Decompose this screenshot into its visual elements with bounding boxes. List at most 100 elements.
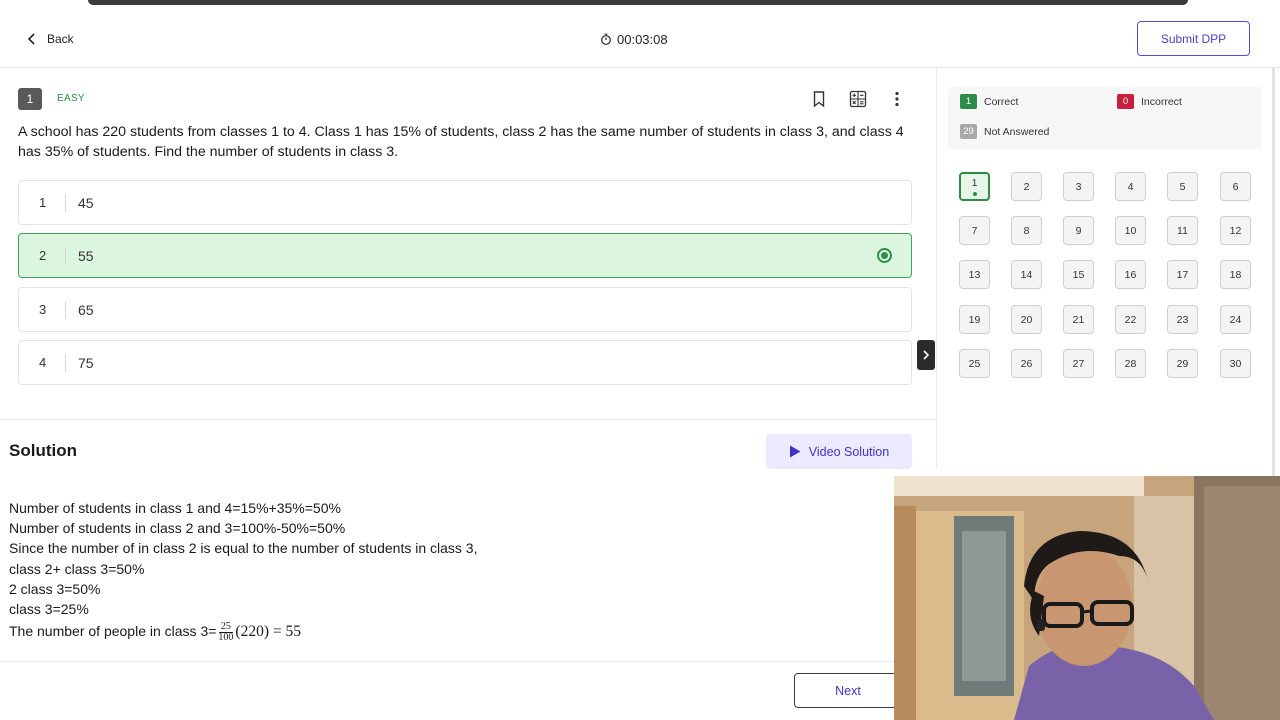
solution-line: Since the number of in class 2 is equal … bbox=[9, 540, 478, 557]
collapse-panel-button[interactable] bbox=[917, 340, 935, 370]
question-nav-button-15[interactable]: 15 bbox=[1063, 260, 1094, 289]
option-2[interactable]: 2 55 bbox=[18, 233, 912, 278]
question-number-badge: 1 bbox=[18, 88, 42, 110]
legend-correct: 1 Correct bbox=[960, 94, 1018, 109]
question-navigator-grid: 1 2 3 4 5 6 7 8 9 10 11 12 13 14 15 16 17 18 19 20 21 22 23 24 2… bbox=[959, 172, 1251, 382]
correct-count-badge: 1 bbox=[960, 94, 977, 109]
question-nav-button-25[interactable]: 25 bbox=[959, 349, 990, 378]
section-divider bbox=[0, 419, 936, 420]
solution-line: class 3=25% bbox=[9, 601, 89, 618]
question-nav-number: 19 bbox=[968, 313, 981, 326]
timer: 00:03:08 bbox=[600, 28, 668, 50]
question-nav-number: 8 bbox=[1023, 224, 1030, 237]
back-button[interactable]: Back bbox=[26, 28, 74, 50]
question-nav-button-9[interactable]: 9 bbox=[1063, 216, 1094, 245]
final-line-prefix: The number of people in class 3= bbox=[9, 623, 217, 640]
question-nav-number: 25 bbox=[968, 357, 981, 370]
option-separator bbox=[65, 353, 66, 372]
question-nav-number: 20 bbox=[1020, 313, 1033, 326]
question-nav-button-29[interactable]: 29 bbox=[1167, 349, 1198, 378]
question-nav-button-11[interactable]: 11 bbox=[1167, 216, 1198, 245]
question-nav-button-17[interactable]: 17 bbox=[1167, 260, 1198, 289]
question-nav-button-12[interactable]: 12 bbox=[1220, 216, 1251, 245]
question-nav-button-26[interactable]: 26 bbox=[1011, 349, 1042, 378]
current-indicator-dot bbox=[972, 192, 977, 196]
question-nav-number: 16 bbox=[1124, 268, 1137, 281]
question-nav-button-7[interactable]: 7 bbox=[959, 216, 990, 245]
question-nav-button-18[interactable]: 18 bbox=[1220, 260, 1251, 289]
question-nav-button-14[interactable]: 14 bbox=[1011, 260, 1042, 289]
question-nav-number: 3 bbox=[1075, 180, 1082, 193]
solution-line: Number of students in class 1 and 4=15%+… bbox=[9, 500, 341, 516]
option-4[interactable]: 4 75 bbox=[18, 340, 912, 385]
question-nav-button-6[interactable]: 6 bbox=[1220, 172, 1251, 201]
option-number: 3 bbox=[39, 302, 47, 317]
play-icon bbox=[789, 445, 801, 458]
bookmark-button[interactable] bbox=[808, 88, 830, 110]
fraction: 25 100 bbox=[218, 622, 233, 643]
question-nav-button-2[interactable]: 2 bbox=[1011, 172, 1042, 201]
selected-radio-icon bbox=[877, 248, 892, 263]
question-nav-number: 24 bbox=[1229, 313, 1242, 326]
question-nav-button-3[interactable]: 3 bbox=[1063, 172, 1094, 201]
submit-dpp-button[interactable]: Submit DPP bbox=[1137, 21, 1250, 56]
question-nav-button-23[interactable]: 23 bbox=[1167, 305, 1198, 334]
option-value: 65 bbox=[78, 301, 94, 318]
question-nav-button-19[interactable]: 19 bbox=[959, 305, 990, 334]
option-number: 1 bbox=[39, 195, 47, 210]
back-label: Back bbox=[47, 32, 74, 46]
solution-line: 2 class 3=50% bbox=[9, 580, 101, 597]
question-nav-number: 13 bbox=[968, 268, 981, 281]
question-nav-button-10[interactable]: 10 bbox=[1115, 216, 1146, 245]
question-nav-number: 14 bbox=[1020, 268, 1033, 281]
question-nav-button-4[interactable]: 4 bbox=[1115, 172, 1146, 201]
video-solution-button[interactable]: Video Solution bbox=[766, 434, 912, 469]
question-nav-button-8[interactable]: 8 bbox=[1011, 216, 1042, 245]
question-nav-number: 9 bbox=[1075, 224, 1082, 237]
panel-divider bbox=[936, 68, 937, 468]
calculator-icon bbox=[849, 90, 867, 108]
question-nav-button-30[interactable]: 30 bbox=[1220, 349, 1251, 378]
question-nav-button-20[interactable]: 20 bbox=[1011, 305, 1042, 334]
solution-line: class 2+ class 3=50% bbox=[9, 560, 145, 577]
question-nav-number: 26 bbox=[1020, 357, 1033, 370]
question-nav-number: 10 bbox=[1124, 224, 1137, 237]
question-nav-number: 17 bbox=[1176, 268, 1189, 281]
question-nav-button-22[interactable]: 22 bbox=[1115, 305, 1146, 334]
video-solution-label: Video Solution bbox=[808, 444, 890, 459]
question-nav-button-1[interactable]: 1 bbox=[959, 172, 990, 201]
top-strip-bar bbox=[88, 0, 1188, 5]
legend-incorrect: 0 Incorrect bbox=[1117, 94, 1182, 109]
question-nav-number: 5 bbox=[1179, 180, 1186, 193]
option-1[interactable]: 1 45 bbox=[18, 180, 912, 225]
incorrect-count-badge: 0 bbox=[1117, 94, 1134, 109]
question-nav-button-16[interactable]: 16 bbox=[1115, 260, 1146, 289]
question-nav-button-24[interactable]: 24 bbox=[1220, 305, 1251, 334]
question-nav-button-21[interactable]: 21 bbox=[1063, 305, 1094, 334]
status-legend: 1 Correct 0 Incorrect 29 Not Answered bbox=[948, 87, 1262, 149]
option-value: 75 bbox=[78, 354, 94, 371]
solution-body: Number of students in class 1 and 4=15%+… bbox=[9, 498, 477, 643]
question-nav-button-27[interactable]: 27 bbox=[1063, 349, 1094, 378]
more-options-button[interactable] bbox=[886, 88, 908, 110]
correct-label: Correct bbox=[984, 95, 1019, 108]
question-nav-number: 27 bbox=[1072, 357, 1085, 370]
calculator-button[interactable] bbox=[847, 88, 869, 110]
next-button[interactable]: Next bbox=[794, 673, 902, 708]
question-nav-number: 1 bbox=[971, 177, 978, 189]
final-line-result: (220) = 55 bbox=[235, 623, 301, 641]
not-answered-count-badge: 29 bbox=[960, 124, 977, 139]
option-number: 4 bbox=[39, 355, 47, 370]
footer-divider bbox=[0, 661, 894, 662]
question-nav-number: 30 bbox=[1229, 357, 1242, 370]
question-nav-button-13[interactable]: 13 bbox=[959, 260, 990, 289]
question-nav-number: 18 bbox=[1229, 268, 1242, 281]
option-3[interactable]: 3 65 bbox=[18, 287, 912, 332]
question-nav-number: 23 bbox=[1176, 313, 1189, 326]
question-nav-button-28[interactable]: 28 bbox=[1115, 349, 1146, 378]
bookmark-icon bbox=[813, 91, 825, 108]
question-nav-number: 28 bbox=[1124, 357, 1137, 370]
option-separator bbox=[65, 193, 66, 212]
more-vertical-icon bbox=[895, 91, 899, 107]
question-nav-button-5[interactable]: 5 bbox=[1167, 172, 1198, 201]
